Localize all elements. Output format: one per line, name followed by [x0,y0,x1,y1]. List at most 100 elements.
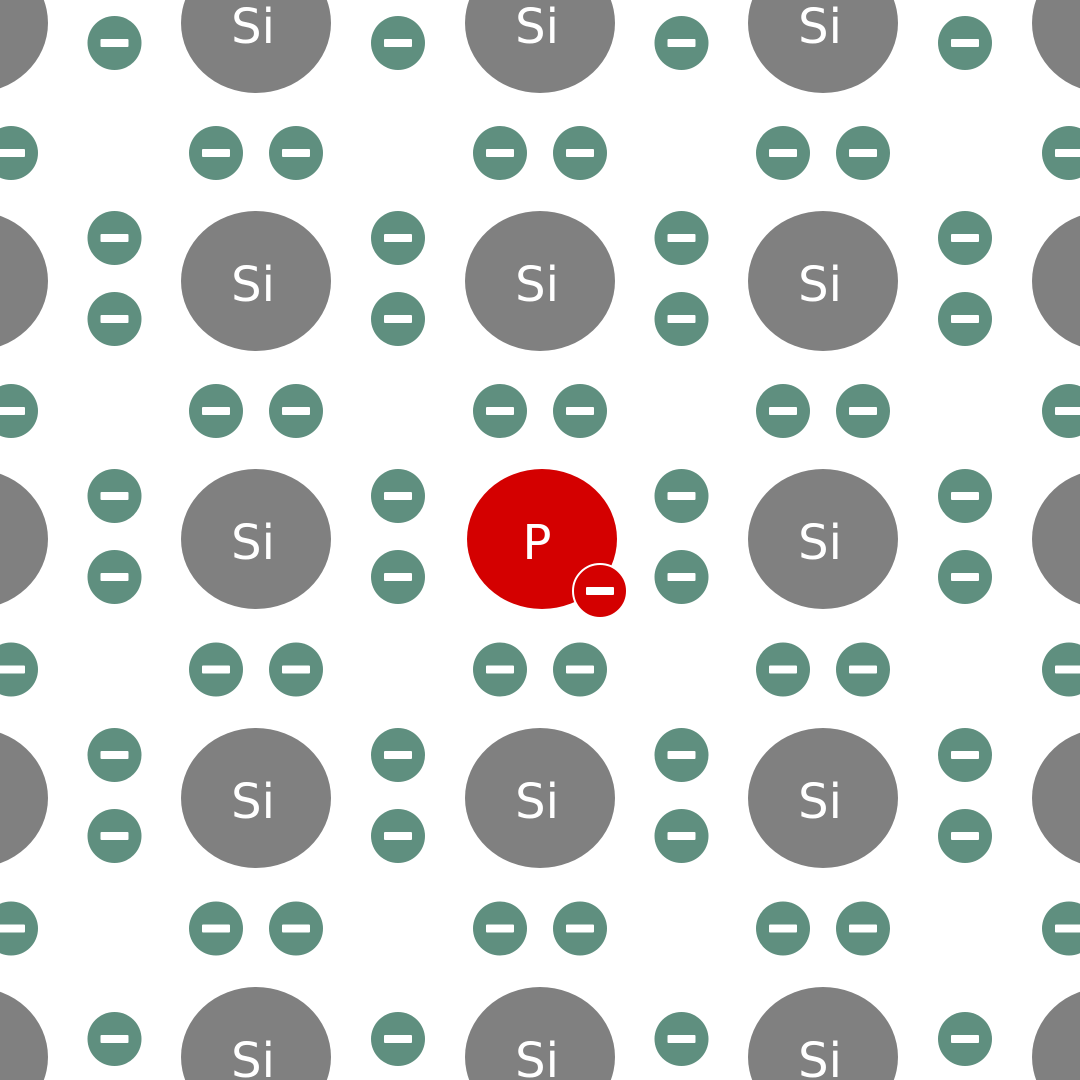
atom-symbol-label: Si [231,0,275,55]
minus-sign-icon [100,573,129,581]
atom-nucleus [1032,473,1080,605]
bond-electron [654,728,709,782]
minus-sign-icon [769,665,797,674]
bond-electron [836,642,890,697]
bond-electron [756,901,810,956]
minus-sign-icon [769,407,797,415]
minus-sign-icon [282,407,310,415]
minus-sign-icon [282,924,310,933]
bond-electron [1042,384,1080,438]
minus-sign-icon [951,315,979,323]
bond-electron [371,728,425,782]
bond-electron [654,1012,709,1066]
minus-sign-icon [0,665,25,674]
bond-electron [371,809,425,863]
bond-electron [654,809,709,863]
minus-sign-icon [849,924,877,933]
atom-symbol-label: P [523,515,552,571]
bond-electron [938,469,992,523]
minus-sign-icon [282,665,310,674]
minus-sign-icon [100,234,129,242]
minus-sign-icon [100,751,129,759]
silicon-atom: Si [181,728,331,868]
atom-symbol-label: Si [798,257,842,313]
silicon-atom: Si [1032,473,1080,605]
bond-electron [553,642,607,697]
silicon-atom: Si [465,987,615,1080]
minus-sign-icon [1055,407,1080,415]
silicon-atom: Si [748,469,898,609]
bond-electron [87,550,142,604]
bond-electron [553,901,607,956]
silicon-atom: Si [0,732,48,864]
bond-electron [654,16,709,70]
bond-electron [1042,901,1080,956]
bond-electron [938,292,992,346]
bond-electron [269,642,323,697]
silicon-atom: Si [465,728,615,868]
bond-electron [938,728,992,782]
atom-nucleus [1032,215,1080,347]
minus-sign-icon [667,1035,696,1043]
crystal-lattice-diagram: Si Si Si Si Si Si Si Si Si Si Si Si P Si Si Si Si Si Si Si S… [0,0,1080,1080]
minus-sign-icon [951,39,979,47]
minus-sign-icon [384,751,412,759]
bond-electron [371,469,425,523]
bond-electron [938,16,992,70]
minus-sign-icon [849,149,877,157]
silicon-atom: Si [0,473,48,605]
minus-sign-icon [486,924,514,933]
atom-symbol-label: Si [231,515,275,571]
minus-sign-icon [951,751,979,759]
minus-sign-icon [0,149,25,157]
minus-sign-icon [667,315,696,323]
minus-sign-icon [951,234,979,242]
atom-nucleus [0,732,48,864]
bond-electron [756,642,810,697]
minus-sign-icon [667,832,696,840]
minus-sign-icon [100,492,129,500]
minus-sign-icon [202,149,230,157]
atom-nucleus [1032,732,1080,864]
minus-sign-icon [202,665,230,674]
minus-sign-icon [1055,665,1080,674]
free-electron-layer [572,563,628,619]
bond-electron [473,384,527,438]
minus-sign-icon [951,832,979,840]
bond-electron [756,384,810,438]
bond-electron [473,126,527,180]
bond-electron [87,16,142,70]
silicon-atom: Si [1032,215,1080,347]
atom-symbol-label: Si [231,1033,275,1080]
atom-symbol-label: Si [515,774,559,830]
minus-sign-icon [1055,924,1080,933]
bond-electron [473,901,527,956]
bond-electron [371,211,425,265]
bond-electron [836,901,890,956]
bond-electron [189,642,243,697]
atom-symbol-label: Si [231,774,275,830]
bond-electron [371,292,425,346]
bond-electron [87,292,142,346]
silicon-atom: Si [748,211,898,351]
minus-sign-icon [486,665,514,674]
bond-electron [756,126,810,180]
minus-sign-icon [384,492,412,500]
minus-sign-icon [384,832,412,840]
minus-sign-icon [282,149,310,157]
atom-symbol-label: Si [798,774,842,830]
atom-symbol-label: Si [798,515,842,571]
atom-symbol-label: Si [798,0,842,55]
minus-sign-icon [100,39,129,47]
minus-sign-icon [384,573,412,581]
minus-sign-icon [667,751,696,759]
atom-symbol-label: Si [515,0,559,55]
bond-electron [189,126,243,180]
silicon-atom: Si [1032,732,1080,864]
atom-nucleus [0,215,48,347]
minus-sign-icon [202,924,230,933]
minus-sign-icon [769,149,797,157]
atom-symbol-label: Si [231,257,275,313]
minus-sign-icon [667,234,696,242]
minus-sign-icon [486,149,514,157]
